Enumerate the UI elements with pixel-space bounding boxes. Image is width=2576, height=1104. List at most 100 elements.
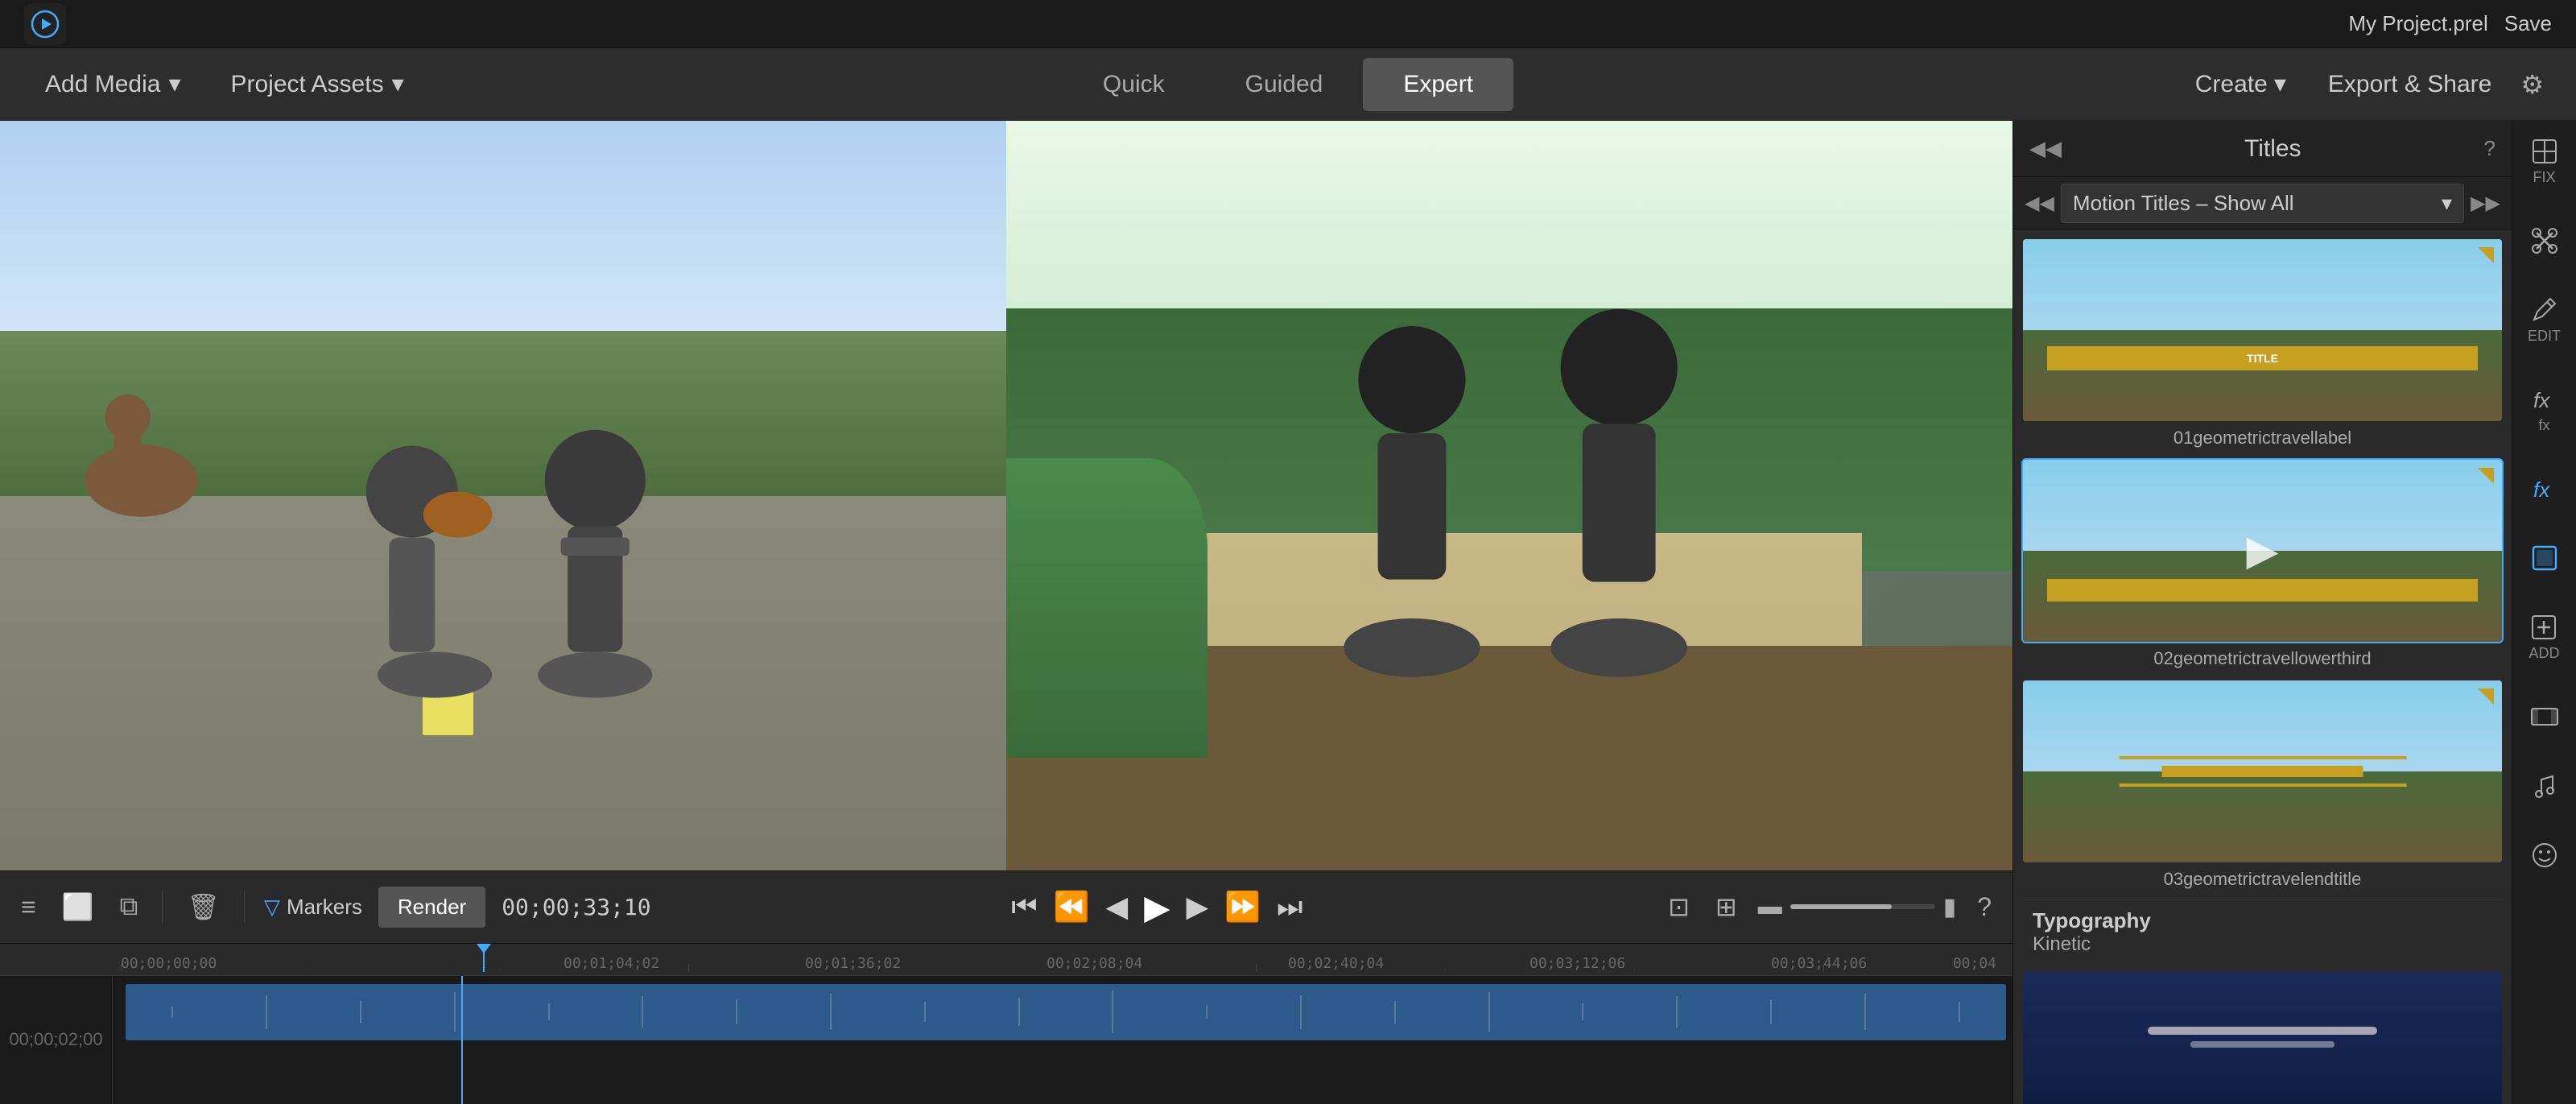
filter-prev-button[interactable]: ◀◀ <box>2025 192 2054 215</box>
markers-button[interactable]: ▽ Markers <box>264 895 362 920</box>
kinetic-label: Kinetic <box>2033 933 2492 956</box>
timeline-wrapper: 00;00;00;00 00;01;04;02 00;01;36;02 00;0… <box>0 944 2013 1104</box>
add-media-label: Add Media <box>45 71 160 98</box>
title-thumb-3[interactable] <box>2021 679 2504 864</box>
right-sidebar: FIX EDIT fx fx <box>2512 121 2576 1104</box>
video-right <box>1006 121 2013 870</box>
title-play-icon-2[interactable]: ▶ <box>2247 527 2279 575</box>
guided-mode-button[interactable]: Guided <box>1205 58 1364 111</box>
settings-icon[interactable]: ⚙ <box>2520 69 2544 100</box>
title-item-kinetic[interactable] <box>2021 970 2504 1104</box>
title-name-1: 01geometrictravellabel <box>2021 428 2504 449</box>
fit-icon[interactable]: ⊞ <box>1711 887 1742 927</box>
typography-section: Typography Kinetic <box>2021 899 2504 961</box>
trim-button[interactable] <box>2522 218 2567 263</box>
title-thumb-2[interactable]: ▶ <box>2021 458 2504 643</box>
markers-label: Markers <box>287 895 362 920</box>
video-left <box>0 121 1006 870</box>
title-thumb-kinetic[interactable] <box>2021 970 2504 1104</box>
fix-button[interactable]: FIX <box>2522 129 2567 194</box>
timecode-display: 00;00;33;10 <box>502 894 650 920</box>
add-button[interactable]: ADD <box>2520 605 2567 670</box>
create-dropdown-icon: ▾ <box>2274 70 2286 98</box>
create-button[interactable]: Create ▾ <box>2182 62 2299 106</box>
volume-fill <box>1790 904 1892 909</box>
typography-label: Typography <box>2033 908 2492 933</box>
go-start-button[interactable]: ⏮ <box>1011 890 1037 924</box>
top-bar: My Project.prel Save <box>0 0 2576 48</box>
title-thumb-bg-kinetic <box>2023 972 2502 1104</box>
save-button[interactable]: Save <box>2504 11 2552 36</box>
divider-2 <box>244 891 245 923</box>
expert-mode-button[interactable]: Expert <box>1363 58 1513 111</box>
motion-fx-button[interactable]: fx <box>2522 466 2567 511</box>
toolbar-left: Add Media ▾ Project Assets ▾ <box>32 62 1063 106</box>
title-item-3[interactable]: 03geometrictravelendtitle <box>2021 679 2504 890</box>
project-assets-button[interactable]: Project Assets ▾ <box>218 62 417 106</box>
title-thumb-1[interactable]: TITLE <box>2021 238 2504 423</box>
divider-1 <box>162 891 163 923</box>
clip-icon[interactable]: ⧉ <box>115 887 143 927</box>
titles-filter-dropdown[interactable]: Motion Titles – Show All ▾ <box>2061 184 2464 223</box>
go-end-button[interactable]: ⏭ <box>1277 890 1302 924</box>
title-thumb-bg-3 <box>2023 680 2502 862</box>
quick-mode-button[interactable]: Quick <box>1063 58 1205 111</box>
filter-dropdown-arrow: ▾ <box>2442 191 2452 216</box>
color-button[interactable] <box>2522 535 2567 581</box>
playback-controls: ⏮ ⏪ ◀ ▶ ▶ ⏩ ⏭ <box>1011 887 1302 927</box>
video-track <box>126 984 2006 1040</box>
waveform-display <box>126 984 2006 1040</box>
help-icon[interactable]: ? <box>1972 887 1996 927</box>
svg-text:fx: fx <box>2533 478 2550 502</box>
volume-bar[interactable] <box>1790 904 1935 909</box>
play-button[interactable]: ▶ <box>1144 887 1170 927</box>
titles-panel-title: Titles <box>2070 135 2476 163</box>
top-bar-right: My Project.prel Save <box>2348 11 2552 36</box>
timeline-ruler: 00;00;00;00 00;01;04;02 00;01;36;02 00;0… <box>0 944 2013 976</box>
rewind-button[interactable]: ⏪ <box>1054 890 1090 924</box>
edit-label: EDIT <box>2528 328 2561 345</box>
fix-label: FIX <box>2533 169 2555 186</box>
render-button[interactable]: Render <box>378 887 485 928</box>
add-label: ADD <box>2529 645 2559 662</box>
title-thumb-bg-2: ▶ <box>2023 460 2502 642</box>
volume-control: ▬ ▮ <box>1758 893 1957 921</box>
project-name: My Project.prel <box>2348 11 2487 36</box>
edit-button[interactable]: EDIT <box>2520 287 2569 353</box>
fx-label: fx <box>2538 417 2549 434</box>
step-forward-button[interactable]: ▶ <box>1187 890 1209 924</box>
add-media-dropdown-icon: ▾ <box>168 70 180 98</box>
filter-next-button[interactable]: ▶▶ <box>2471 192 2500 215</box>
title-item-2[interactable]: ▶ 02geometrictravellowerthird <box>2021 458 2504 669</box>
volume-icon[interactable]: ▬ <box>1758 893 1782 920</box>
timeline-controls: ≡ ⬜ ⧉ 🗑 ▽ Markers Render 00;00;33;10 ⏮ ⏪… <box>0 871 2013 944</box>
emoji-icon[interactable] <box>2522 833 2567 878</box>
overlay-settings-icon[interactable]: ⊡ <box>1663 887 1695 927</box>
titles-help-button[interactable]: ? <box>2484 136 2496 161</box>
music-icon[interactable] <box>2522 763 2567 808</box>
video-preview <box>0 121 2013 870</box>
create-label: Create <box>2195 71 2268 98</box>
project-assets-label: Project Assets <box>231 71 384 98</box>
app-logo <box>24 3 66 45</box>
add-media-button[interactable]: Add Media ▾ <box>32 62 194 106</box>
title-thumb-bg-1: TITLE <box>2023 239 2502 421</box>
delete-icon[interactable]: 🗑 <box>182 887 225 927</box>
titles-list: TITLE 01geometrictravellabel <box>2013 229 2512 1104</box>
volume-max-icon: ▮ <box>1943 893 1957 921</box>
export-button[interactable]: Export & Share <box>2315 63 2504 106</box>
fast-forward-button[interactable]: ⏩ <box>1224 890 1261 924</box>
fx-button[interactable]: fx fx <box>2522 377 2567 442</box>
playhead <box>461 976 463 1104</box>
mode-selector: Quick Guided Expert <box>1063 58 1513 111</box>
top-bar-left <box>24 3 66 45</box>
title-text-1: TITLE <box>2247 352 2278 365</box>
panel-collapse-button[interactable]: ◀◀ <box>2029 136 2062 161</box>
step-back-button[interactable]: ◀ <box>1106 890 1129 924</box>
timeline-settings-icon[interactable]: ≡ <box>16 887 41 927</box>
toolbar: Add Media ▾ Project Assets ▾ Quick Guide… <box>0 48 2576 121</box>
title-name-3: 03geometrictravelendtitle <box>2021 869 2504 890</box>
video-track-icon[interactable] <box>2522 694 2567 739</box>
title-item-1[interactable]: TITLE 01geometrictravellabel <box>2021 238 2504 449</box>
monitor-icon[interactable]: ⬜ <box>57 887 99 927</box>
